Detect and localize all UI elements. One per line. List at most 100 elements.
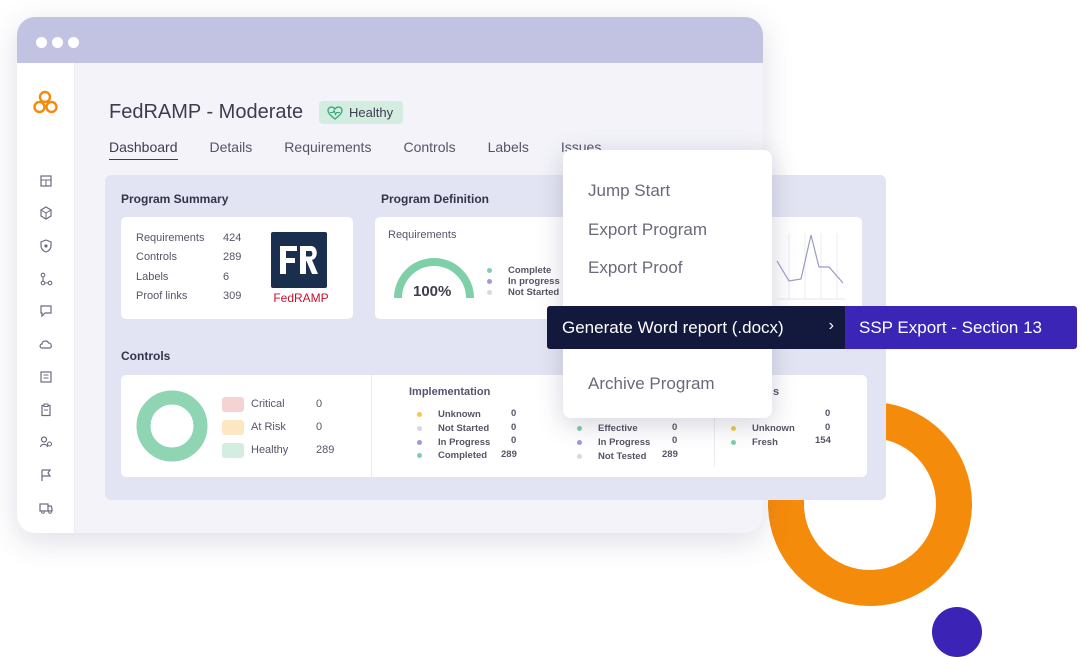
menu-item-jump-start[interactable]: Jump Start xyxy=(588,181,670,201)
legend-label: Complete xyxy=(508,265,552,276)
legend-label: In progress xyxy=(508,276,560,287)
sidebar xyxy=(17,63,75,533)
healthy-icon xyxy=(222,443,244,458)
implementation-legend: Unknown Not Started In Progress Complete… xyxy=(417,408,490,463)
legend-dot xyxy=(417,426,422,432)
program-summary-card: Requirements 424 Controls 289 Labels 6 P… xyxy=(121,217,353,319)
logo-icon[interactable] xyxy=(33,89,61,117)
report-icon[interactable] xyxy=(39,370,53,384)
summary-label: Controls xyxy=(136,251,177,263)
legend-label: Fresh xyxy=(752,436,778,448)
definition-subtitle: Requirements xyxy=(388,229,457,241)
legend-dot xyxy=(577,440,582,446)
legend-value: 0 xyxy=(825,408,831,419)
flag-chat-icon[interactable] xyxy=(39,304,53,318)
workflow-icon[interactable] xyxy=(39,272,53,286)
vendor-icon[interactable] xyxy=(39,435,53,449)
submenu-item-ssp-export[interactable]: SSP Export - Section 13 xyxy=(845,306,1077,349)
legend-label: Unknown xyxy=(438,409,481,421)
legend-value: 289 xyxy=(501,449,517,460)
summary-label: Proof links xyxy=(136,290,188,302)
definition-legend: Complete In progress Not Started xyxy=(487,265,560,298)
flag-icon[interactable] xyxy=(39,468,53,482)
freshness-title: s xyxy=(773,386,780,398)
generate-word-report-label: Generate Word report (.docx) xyxy=(562,317,784,337)
window-dot-icon xyxy=(68,37,79,48)
status-badge: Healthy xyxy=(319,101,404,124)
tab-labels[interactable]: Labels xyxy=(488,139,529,160)
at-risk-icon xyxy=(222,420,244,435)
cloud-icon[interactable] xyxy=(39,337,53,351)
legend-dot xyxy=(577,426,582,432)
status-badge-label: Healthy xyxy=(349,105,394,120)
divider xyxy=(371,375,372,477)
menu-item-export-program[interactable]: Export Program xyxy=(588,220,707,240)
trend-sparkline xyxy=(776,233,845,300)
legend-dot xyxy=(577,453,582,459)
program-summary-title: Program Summary xyxy=(121,192,229,206)
legend-label: Completed xyxy=(438,450,488,462)
legend-dot xyxy=(731,426,736,432)
legend-value: 0 xyxy=(672,435,678,446)
risk-label: At Risk xyxy=(251,421,286,433)
risk-value: 0 xyxy=(316,421,323,433)
heart-pulse-icon xyxy=(327,105,343,120)
legend-dot xyxy=(487,268,492,273)
legend-value: 0 xyxy=(511,408,517,419)
critical-icon xyxy=(222,397,244,412)
legend-value: 154 xyxy=(815,435,831,446)
program-actions-menu: Jump Start Export Program Export Proof A… xyxy=(563,150,772,418)
summary-value: 309 xyxy=(223,290,242,302)
tab-bar: Dashboard Details Requirements Controls … xyxy=(109,139,633,160)
ssp-export-label: SSP Export - Section 13 xyxy=(859,317,1043,337)
legend-dot xyxy=(417,439,422,445)
menu-item-generate-word-report[interactable]: Generate Word report (.docx) › xyxy=(547,306,845,349)
chevron-right-icon: › xyxy=(828,317,834,334)
legend-value: 0 xyxy=(511,435,517,446)
summary-label: Requirements xyxy=(136,232,205,244)
legend-dot xyxy=(417,412,422,418)
menu-item-export-proof[interactable]: Export Proof xyxy=(588,258,683,278)
fedramp-logo-icon xyxy=(271,232,327,288)
risk-value: 289 xyxy=(316,444,335,456)
legend-dot xyxy=(731,439,736,445)
controls-section-title: Controls xyxy=(121,349,171,363)
legend-value: 0 xyxy=(511,422,517,433)
legend-dot xyxy=(487,290,492,295)
clipboard-icon[interactable] xyxy=(39,403,53,417)
gauge-value: 100% xyxy=(413,283,452,300)
controls-health-donut xyxy=(136,390,208,462)
page-title: FedRAMP - Moderate xyxy=(109,101,304,123)
window-titlebar xyxy=(17,17,763,63)
window-dot-icon xyxy=(52,37,63,48)
tab-details[interactable]: Details xyxy=(210,139,253,160)
legend-value: 0 xyxy=(672,422,678,433)
tab-controls[interactable]: Controls xyxy=(403,139,455,160)
decorative-purple-dot xyxy=(932,607,982,657)
summary-value: 424 xyxy=(223,232,242,244)
legend-label: Not Started xyxy=(438,423,490,435)
legend-label: Not Tested xyxy=(598,450,647,462)
implementation-title: Implementation xyxy=(409,386,491,398)
risk-label: Critical xyxy=(251,398,285,410)
legend-label: Unknown xyxy=(752,423,795,435)
menu-item-archive-program[interactable]: Archive Program xyxy=(588,374,715,394)
building-icon[interactable] xyxy=(39,174,53,188)
window-dot-icon xyxy=(36,37,47,48)
tab-requirements[interactable]: Requirements xyxy=(284,139,371,160)
tab-dashboard[interactable]: Dashboard xyxy=(109,139,178,160)
summary-value: 6 xyxy=(223,271,230,283)
cube-icon[interactable] xyxy=(39,206,53,220)
shield-icon[interactable] xyxy=(39,239,53,253)
summary-value: 289 xyxy=(223,251,242,263)
summary-label: Labels xyxy=(136,271,169,283)
legend-label: Not Started xyxy=(508,287,560,298)
legend-label: Effective xyxy=(598,423,638,435)
effectiveness-legend: Effective In Progress Not Tested xyxy=(577,422,650,463)
legend-label: In Progress xyxy=(598,437,651,449)
truck-icon[interactable] xyxy=(39,501,53,515)
program-definition-title: Program Definition xyxy=(381,192,490,206)
legend-value: 0 xyxy=(825,422,831,433)
legend-label: In Progress xyxy=(438,436,491,448)
legend-dot xyxy=(417,453,422,459)
